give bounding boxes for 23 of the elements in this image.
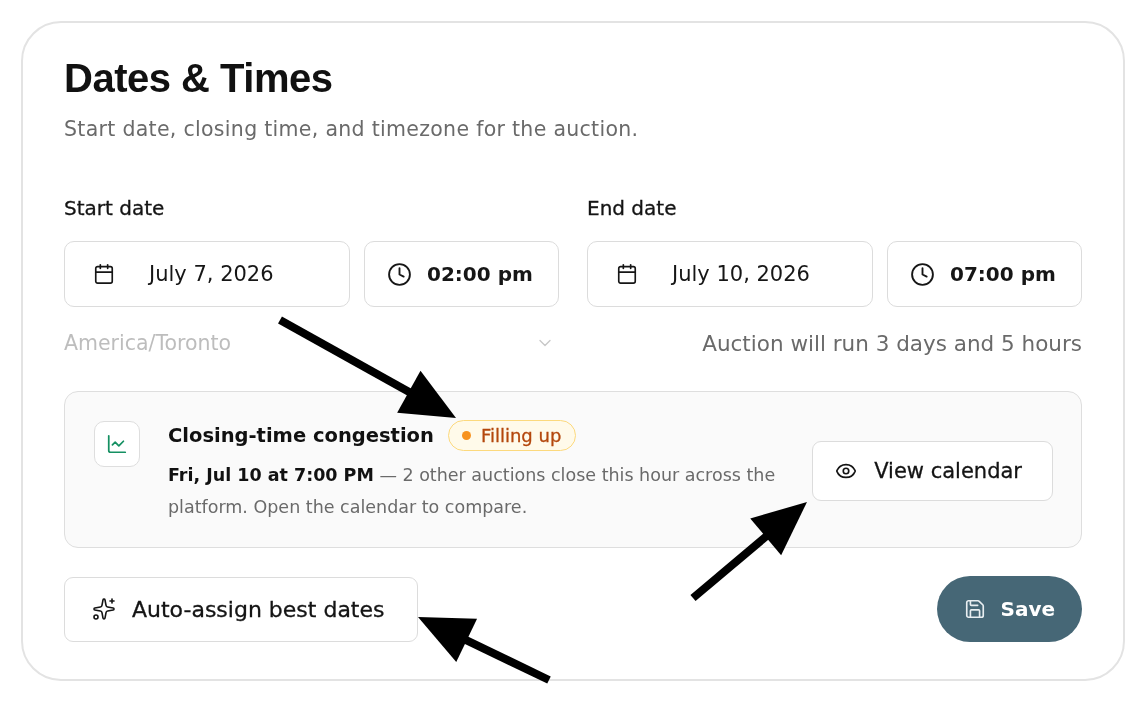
- calendar-icon: [616, 263, 638, 285]
- clock-icon: [910, 261, 935, 287]
- calendar-icon: [93, 263, 115, 285]
- congestion-message: Fri, Jul 10 at 7:00 PM — 2 other auctions close this hour across the platform. Open the calendar to compare.: [168, 464, 777, 519]
- panel-title: Closing-time congestion: [168, 423, 434, 447]
- auto-assign-button[interactable]: Auto-assign best dates: [64, 576, 418, 642]
- clock-icon: [387, 261, 412, 287]
- date-field[interactable]: July 10, 2026: [587, 241, 873, 307]
- field-label: Start date: [64, 195, 165, 222]
- time-field[interactable]: 02:00 pm: [364, 241, 559, 307]
- field-label: End date: [587, 195, 677, 222]
- status-dot-icon: [461, 430, 471, 440]
- time-field[interactable]: 07:00 pm: [887, 241, 1082, 307]
- line-chart-icon: [94, 421, 140, 467]
- view-calendar-button[interactable]: View calendar: [812, 441, 1053, 501]
- badge-label: Filling up: [480, 424, 562, 446]
- section-title: Dates & Times: [64, 55, 333, 101]
- duration-note: Auction will run 3 days and 5 hours: [702, 330, 1082, 356]
- date-field[interactable]: July 7, 2026: [64, 241, 350, 307]
- section-subtitle: Start date, closing time, and timezone for the auction.: [64, 116, 639, 143]
- save-button[interactable]: Save: [937, 576, 1082, 642]
- sparkles-icon: [92, 597, 116, 621]
- save-icon: [964, 598, 987, 620]
